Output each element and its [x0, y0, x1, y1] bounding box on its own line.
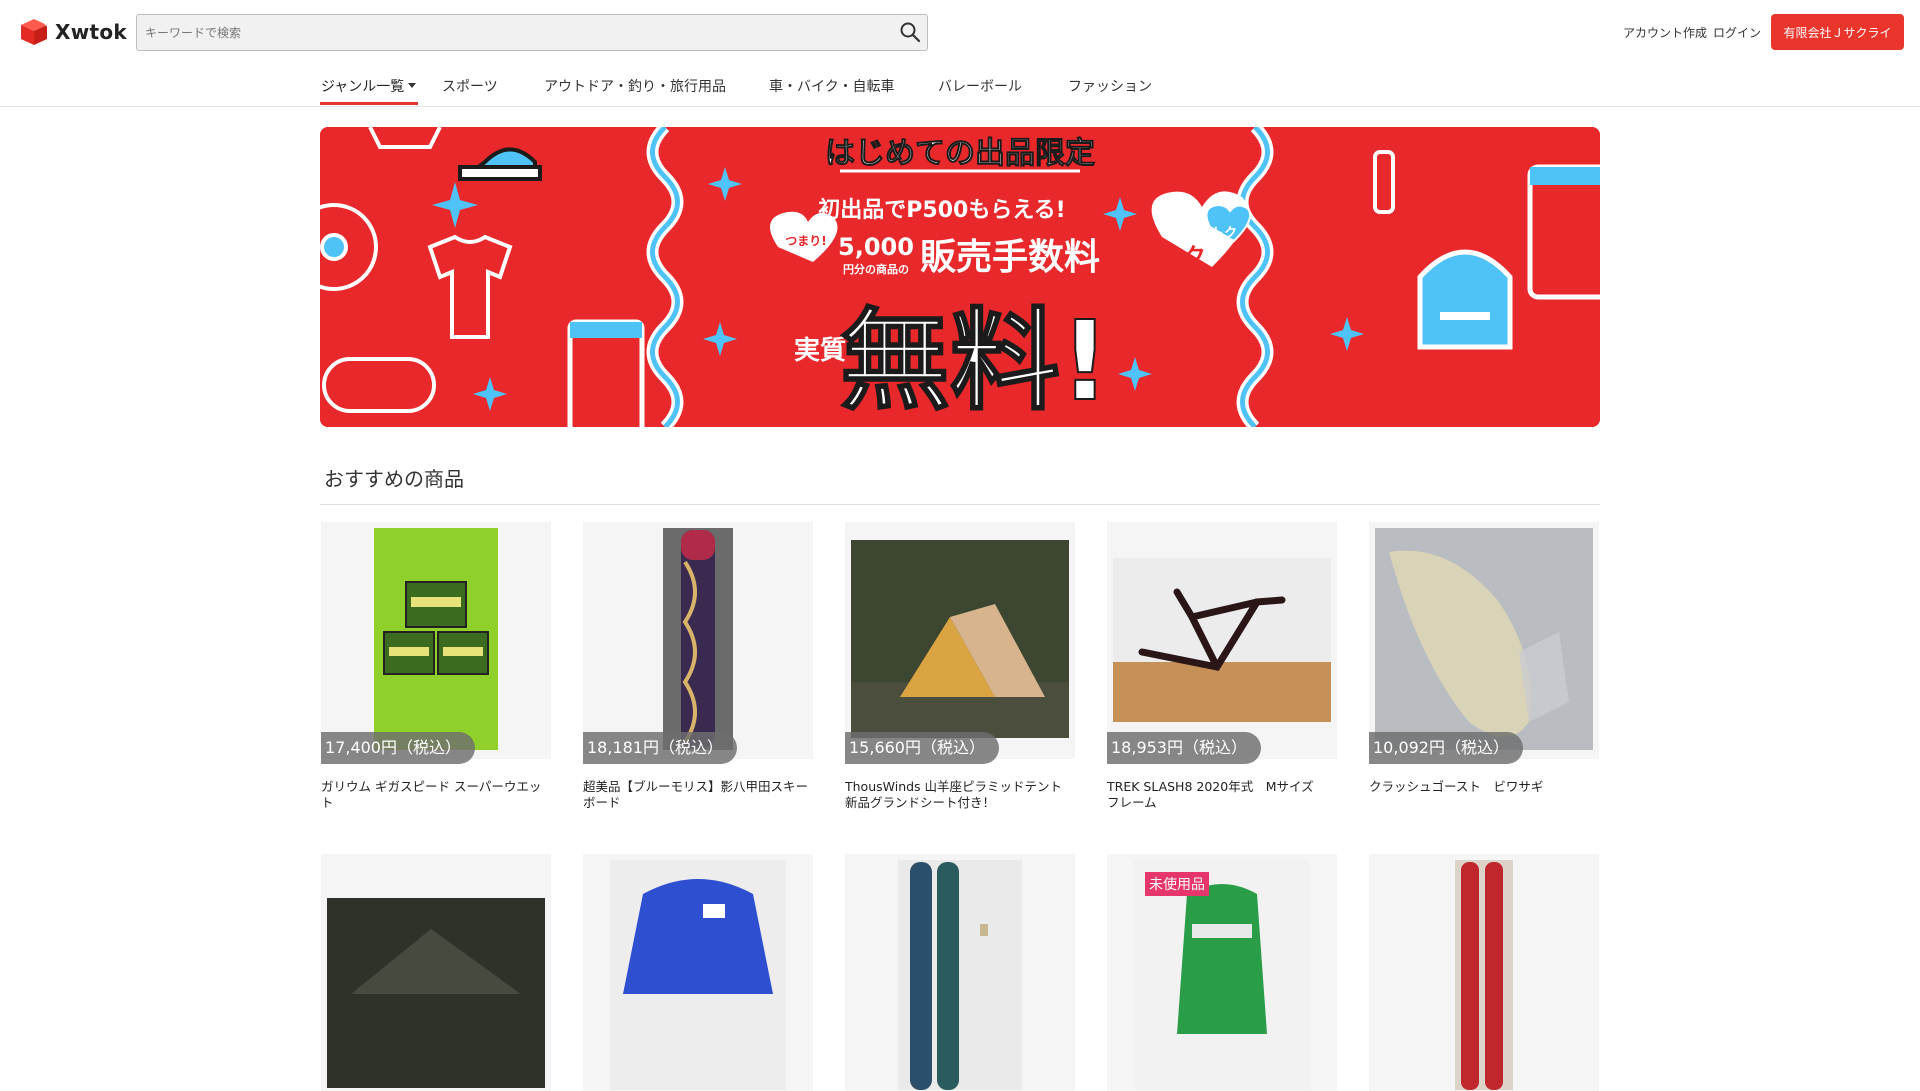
product-card[interactable]: 18,953円（税込） TREK SLASH8 2020年式 Mサイズ フレーム [1107, 522, 1337, 811]
product-card[interactable] [321, 854, 551, 1091]
header: Xwtok アカウント作成 ログイン 有限会社Ｊサクライ [0, 0, 1920, 64]
banner-fee: 販売手数料 [920, 237, 1100, 278]
logo[interactable]: Xwtok [19, 17, 127, 47]
product-image[interactable] [321, 522, 551, 759]
product-title[interactable]: クラッシュゴースト ビワサギ [1369, 779, 1599, 795]
promo-banner[interactable]: はじめての出品限定 初出品でP500もらえる! つまり! 5,000 円分の商品… [320, 127, 1600, 427]
banner-bubble: つまり! [785, 234, 826, 248]
nav-active-underline [320, 102, 418, 105]
product-card[interactable]: 10,092円（税込） クラッシュゴースト ビワサギ [1369, 522, 1599, 795]
genre-nav: ジャンル一覧 スポーツ アウトドア・釣り・旅行用品 車・バイク・自転車 バレーボ… [0, 64, 1920, 107]
race-suit-image [1134, 860, 1310, 1090]
product-card[interactable] [845, 854, 1075, 1091]
nav-genre-list[interactable]: ジャンル一覧 [321, 76, 417, 96]
nav-vehicles[interactable]: 車・バイク・自転車 [769, 76, 894, 96]
section-divider [320, 504, 1600, 505]
product-image[interactable] [583, 854, 813, 1091]
logo-cube-icon [21, 19, 47, 45]
banner-line1: 初出品でP500もらえる! [818, 197, 1065, 223]
price-tag: 10,092円（税込） [1369, 732, 1523, 764]
product-title[interactable]: 超美品【ブルーモリス】影八甲田スキーボード [583, 779, 813, 811]
product-image[interactable]: 未使用品 [1107, 854, 1337, 1091]
login-link[interactable]: ログイン [1713, 24, 1761, 41]
product-title[interactable]: ThousWinds 山羊座ピラミッドテント 新品グランドシート付き！ [845, 779, 1075, 811]
caret-down-icon [408, 83, 417, 88]
fishing-lure-image [1375, 528, 1593, 750]
nav-outdoor[interactable]: アウトドア・釣り・旅行用品 [544, 76, 726, 96]
banner-amount: 5,000 [838, 233, 914, 261]
ski-jacket-image [610, 860, 786, 1090]
dark-tent-image [327, 898, 545, 1088]
create-account-link[interactable]: アカウント作成 [1623, 24, 1707, 41]
product-image[interactable] [1369, 522, 1599, 759]
nav-fashion[interactable]: ファッション [1068, 76, 1152, 96]
unused-badge: 未使用品 [1145, 872, 1209, 896]
search-input[interactable] [145, 15, 885, 50]
price-tag: 15,660円（税込） [845, 732, 999, 764]
search-icon[interactable] [899, 21, 921, 43]
product-title[interactable]: ガリウム ギガスピード スーパーウエット [321, 779, 551, 811]
search-bar [136, 14, 928, 51]
banner-artwork: はじめての出品限定 初出品でP500もらえる! つまり! 5,000 円分の商品… [320, 127, 1600, 427]
product-card[interactable]: 17,400円（税込） ガリウム ギガスピード スーパーウエット [321, 522, 551, 811]
company-account-button[interactable]: 有限会社Ｊサクライ [1771, 14, 1904, 50]
tent-image [851, 540, 1069, 738]
product-title[interactable]: TREK SLASH8 2020年式 Mサイズ フレーム [1107, 779, 1337, 811]
skis-image [898, 860, 1022, 1090]
product-image[interactable] [321, 854, 551, 1091]
wax-boxes-image [374, 528, 498, 750]
bike-frame-image [1113, 558, 1331, 722]
snowboard-image [663, 528, 733, 750]
product-image[interactable] [1107, 522, 1337, 759]
price-tag: 18,181円（税込） [583, 732, 737, 764]
banner-jisshitsu: 実質 [794, 335, 846, 366]
banner-heading: はじめての出品限定 [825, 136, 1095, 171]
banner-toku-small: トク [1211, 226, 1237, 241]
product-card[interactable] [1369, 854, 1599, 1091]
product-image[interactable] [845, 854, 1075, 1091]
banner-amount-sub: 円分の商品の [843, 262, 909, 276]
nav-sports[interactable]: スポーツ [442, 76, 498, 96]
product-image[interactable] [845, 522, 1075, 759]
price-tag: 18,953円（税込） [1107, 732, 1261, 764]
product-card[interactable]: 18,181円（税込） 超美品【ブルーモリス】影八甲田スキーボード [583, 522, 813, 811]
logo-text: Xwtok [55, 20, 127, 44]
recommended-title: おすすめの商品 [324, 467, 464, 491]
product-card[interactable]: 15,660円（税込） ThousWinds 山羊座ピラミッドテント 新品グラン… [845, 522, 1075, 811]
red-skis-image [1455, 860, 1513, 1090]
banner-toku: トク [1158, 243, 1206, 271]
product-image[interactable] [583, 522, 813, 759]
banner-free: 無料! [840, 297, 1110, 425]
product-image[interactable] [1369, 854, 1599, 1091]
nav-volleyball[interactable]: バレーボール [938, 76, 1022, 96]
nav-genre-list-label: ジャンル一覧 [321, 79, 405, 95]
product-card[interactable] [583, 854, 813, 1091]
product-card[interactable]: 未使用品 [1107, 854, 1337, 1091]
price-tag: 17,400円（税込） [321, 732, 475, 764]
